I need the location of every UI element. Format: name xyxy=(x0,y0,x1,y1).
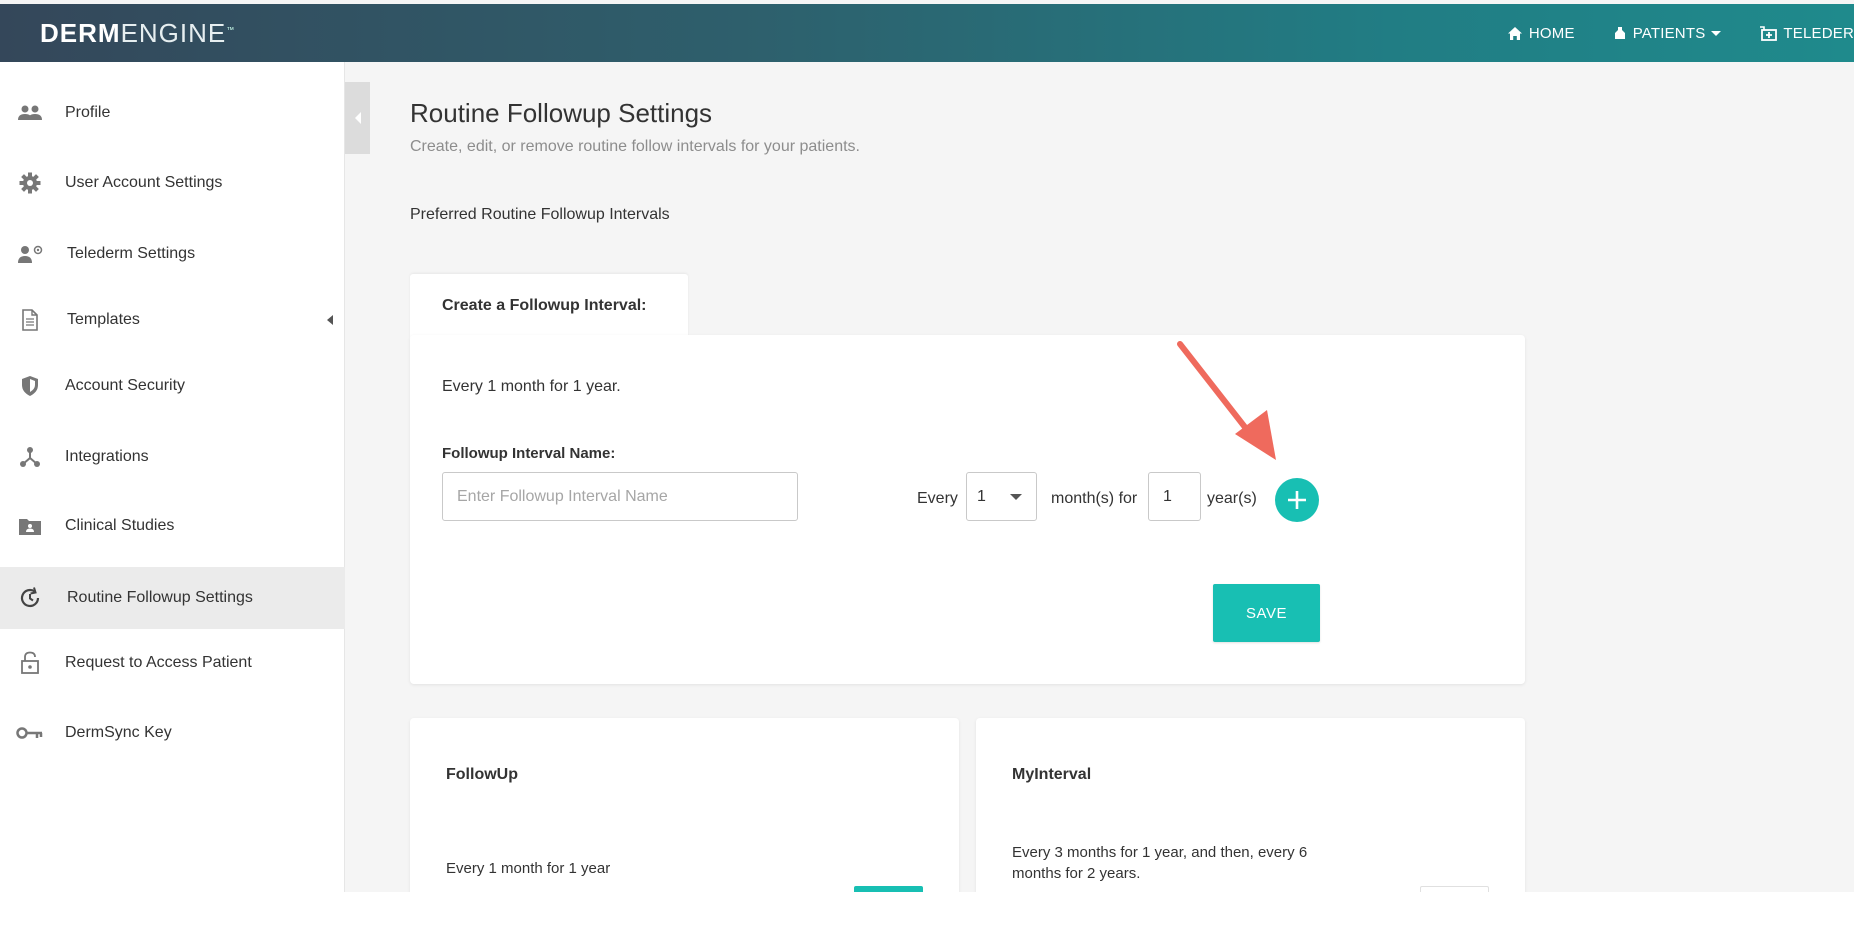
chevron-left-icon xyxy=(354,112,361,124)
main-content: Routine Followup Settings Create, edit, … xyxy=(370,62,1854,892)
sidebar-item-label: Clinical Studies xyxy=(65,517,175,534)
interval-name-input[interactable] xyxy=(442,472,798,521)
interval-name-label: Followup Interval Name: xyxy=(442,445,616,462)
interval-card-action-button[interactable] xyxy=(1420,886,1489,892)
nav-telederm-label: TELEDER xyxy=(1783,24,1854,42)
months-label: month(s) for xyxy=(1051,490,1138,507)
interval-card-action-button[interactable] xyxy=(854,886,923,892)
gear-icon xyxy=(16,169,44,197)
patients-icon xyxy=(1614,27,1625,39)
months-select-value: 1 xyxy=(977,488,986,505)
lock-icon xyxy=(16,649,44,677)
sidebar-item-label: Request to Access Patient xyxy=(65,654,252,671)
people-icon xyxy=(16,99,44,127)
history-icon xyxy=(16,584,44,612)
months-select[interactable]: 1 xyxy=(966,472,1037,521)
years-label: year(s) xyxy=(1207,490,1257,507)
plus-icon xyxy=(1288,491,1306,509)
nav-home[interactable]: HOME xyxy=(1507,25,1575,42)
nav-telederm[interactable]: TELEDER xyxy=(1759,25,1854,42)
sidebar-item-profile[interactable]: Profile xyxy=(0,82,345,144)
nav-home-label: HOME xyxy=(1528,24,1575,42)
sidebar-item-label: User Account Settings xyxy=(65,174,223,191)
page-title: Routine Followup Settings xyxy=(410,98,713,128)
interval-card-description: Every 3 months for 1 year, and then, eve… xyxy=(1012,844,1308,882)
chevron-down-icon xyxy=(1010,494,1022,500)
document-icon xyxy=(16,306,44,334)
sidebar-item-label: Templates xyxy=(67,311,140,328)
sidebar-collapse-toggle[interactable] xyxy=(345,82,370,154)
home-icon xyxy=(1507,26,1522,40)
every-label: Every xyxy=(917,490,958,507)
interval-card-title: MyInterval xyxy=(1012,766,1092,783)
interval-card-followup: FollowUp Every 1 month for 1 year xyxy=(410,718,959,892)
sidebar-item-label: Integrations xyxy=(65,448,149,465)
sidebar-item-telederm-settings[interactable]: Telederm Settings xyxy=(0,223,345,285)
interval-card-myinterval: MyInterval Every 3 months for 1 year, an… xyxy=(976,718,1525,892)
sidebar-item-integrations[interactable]: Integrations xyxy=(0,426,345,488)
app-window: DERMENGINE™ HOME PATIENTS TELEDER Profil… xyxy=(0,0,1854,892)
dermengine-logo[interactable]: DERMENGINE™ xyxy=(40,18,235,49)
years-input[interactable] xyxy=(1148,472,1201,521)
telederm-icon xyxy=(1760,25,1778,41)
user-settings-icon xyxy=(16,240,44,268)
interval-card-description: Every 1 month for 1 year xyxy=(446,860,611,877)
shield-icon xyxy=(16,372,44,400)
sidebar-item-request-access-patient[interactable]: Request to Access Patient xyxy=(0,632,345,694)
interval-summary: Every 1 month for 1 year. xyxy=(442,378,621,395)
section-label: Preferred Routine Followup Intervals xyxy=(410,206,670,223)
sidebar-item-clinical-studies[interactable]: Clinical Studies xyxy=(0,495,345,557)
sidebar-item-templates[interactable]: Templates xyxy=(0,289,345,351)
settings-sidebar: Profile User Account Settings Telederm S… xyxy=(0,62,345,892)
integrations-icon xyxy=(16,443,44,471)
sidebar-item-label: DermSync Key xyxy=(65,724,172,741)
key-icon xyxy=(16,719,44,747)
sidebar-item-label: Routine Followup Settings xyxy=(67,589,253,606)
create-interval-tab: Create a Followup Interval: xyxy=(410,274,688,338)
top-nav-links: HOME PATIENTS TELEDER xyxy=(1469,4,1854,62)
sidebar-item-label: Telederm Settings xyxy=(67,245,196,262)
save-button[interactable]: SAVE xyxy=(1213,584,1320,642)
nav-patients-label: PATIENTS xyxy=(1632,24,1706,42)
interval-card-title: FollowUp xyxy=(446,766,518,783)
top-navbar: DERMENGINE™ HOME PATIENTS TELEDER xyxy=(0,4,1854,62)
sidebar-item-label: Account Security xyxy=(65,377,186,394)
folder-icon xyxy=(16,512,44,540)
sidebar-item-account-security[interactable]: Account Security xyxy=(0,355,345,417)
sidebar-item-user-account-settings[interactable]: User Account Settings xyxy=(0,152,345,214)
add-interval-step-button[interactable] xyxy=(1275,478,1319,522)
sidebar-item-routine-followup-settings[interactable]: Routine Followup Settings xyxy=(0,567,345,629)
expand-arrow-icon[interactable] xyxy=(327,315,333,325)
sidebar-item-dermsync-key[interactable]: DermSync Key xyxy=(0,702,345,764)
page-subtitle: Create, edit, or remove routine follow i… xyxy=(410,138,860,155)
create-interval-card: Every 1 month for 1 year. Followup Inter… xyxy=(410,335,1525,684)
sidebar-item-label: Profile xyxy=(65,104,111,121)
chevron-down-icon xyxy=(1711,30,1722,36)
nav-patients[interactable]: PATIENTS xyxy=(1613,25,1722,42)
